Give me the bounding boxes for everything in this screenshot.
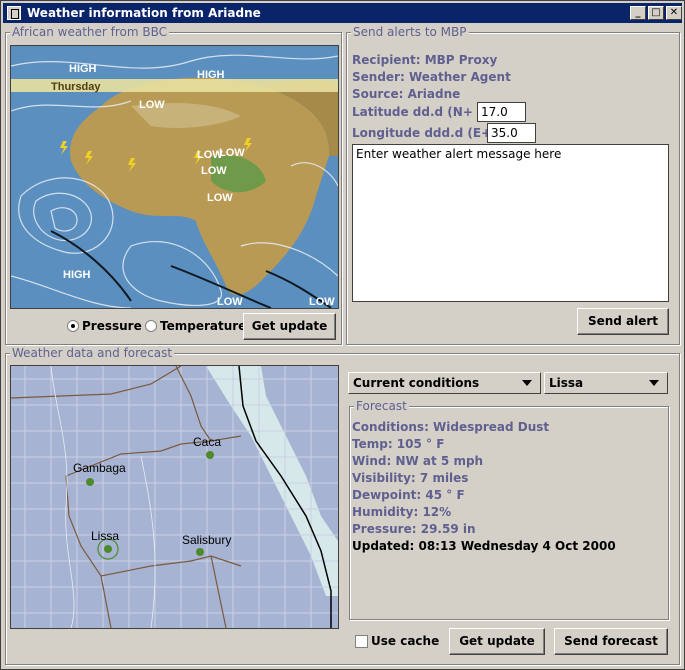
main-window: Weather information from Ariadne _ □ ✕ A… [0,0,685,670]
temperature-radio[interactable] [145,320,157,332]
use-cache-label[interactable]: Use cache [371,634,439,648]
alerts-group-title: Send alerts to MBP [351,25,469,39]
region-map: Caca Gambaga Lissa Salisbury [10,365,339,629]
africa-pressure-map-image: HIGH HIGH Thursday LOW LOW LOW LOW LOW H… [11,46,338,308]
map-label: HIGH [69,63,97,75]
close-button[interactable]: ✕ [666,6,682,20]
humidity-text: Humidity: 12% [352,505,452,519]
map-label: LOW [139,99,165,111]
window-title: Weather information from Ariadne [27,6,261,20]
use-cache-checkbox[interactable] [355,635,368,648]
map-place-label: Caca [193,435,221,449]
map-label: LOW [219,147,245,159]
visibility-text: Visibility: 7 miles [352,471,469,485]
chevron-down-icon [649,380,659,386]
minimize-button[interactable]: _ [630,6,646,20]
map-place-label: Lissa [91,529,119,543]
chevron-down-icon [522,380,532,386]
forecast-group-title: Weather data and forecast [10,346,175,360]
updated-text: Updated: 08:13 Wednesday 4 Oct 2000 [352,539,616,553]
alert-message-textarea[interactable]: Enter weather alert message here [352,144,669,302]
bbc-get-update-button[interactable]: Get update [243,313,336,340]
region-map-image: Caca Gambaga Lissa Salisbury [11,366,338,628]
conditions-text: Conditions: Widespread Dust [352,420,550,434]
pressure-text: Pressure: 29.59 in [352,522,476,536]
latitude-field[interactable]: 17.0 [477,102,526,122]
sender-text: Sender: Weather Agent [352,70,511,84]
send-forecast-button[interactable]: Send forecast [554,628,668,655]
map-label: LOW [309,296,335,308]
title-bar: Weather information from Ariadne _ □ ✕ [3,3,682,23]
forecast-subgroup-title: Forecast [354,399,409,413]
map-label: HIGH [197,69,225,81]
location-select[interactable]: Lissa [544,372,668,394]
map-label: HIGH [63,269,91,281]
mode-select-value: Current conditions [353,376,480,390]
map-label: LOW [197,149,223,161]
dewpoint-text: Dewpoint: 45 ° F [352,488,465,502]
temp-text: Temp: 105 ° F [352,437,445,451]
source-text: Source: Ariadne [352,87,461,101]
forecast-get-update-button[interactable]: Get update [449,628,545,655]
map-label: LOW [201,165,227,177]
temperature-radio-label[interactable]: Temperature [160,319,246,333]
map-label: LOW [217,296,243,308]
bbc-group-title: African weather from BBC [10,25,170,39]
map-label-day: Thursday [51,81,101,93]
bbc-pressure-map: HIGH HIGH Thursday LOW LOW LOW LOW LOW H… [10,45,339,309]
send-alert-button[interactable]: Send alert [577,308,669,335]
app-icon [7,6,21,20]
pressure-radio-label[interactable]: Pressure [82,319,142,333]
map-label: LOW [207,192,233,204]
recipient-text: Recipient: MBP Proxy [352,53,498,67]
pressure-radio[interactable] [67,320,79,332]
latitude-label: Latitude dd.d (N+ S-) [352,105,497,119]
mode-select[interactable]: Current conditions [348,372,541,394]
map-place-label: Gambaga [73,461,126,475]
wind-text: Wind: NW at 5 mph [352,454,484,468]
map-place-label: Salisbury [182,533,231,547]
longitude-field[interactable]: 35.0 [487,123,536,143]
maximize-button[interactable]: □ [648,6,664,20]
location-select-value: Lissa [549,376,584,390]
